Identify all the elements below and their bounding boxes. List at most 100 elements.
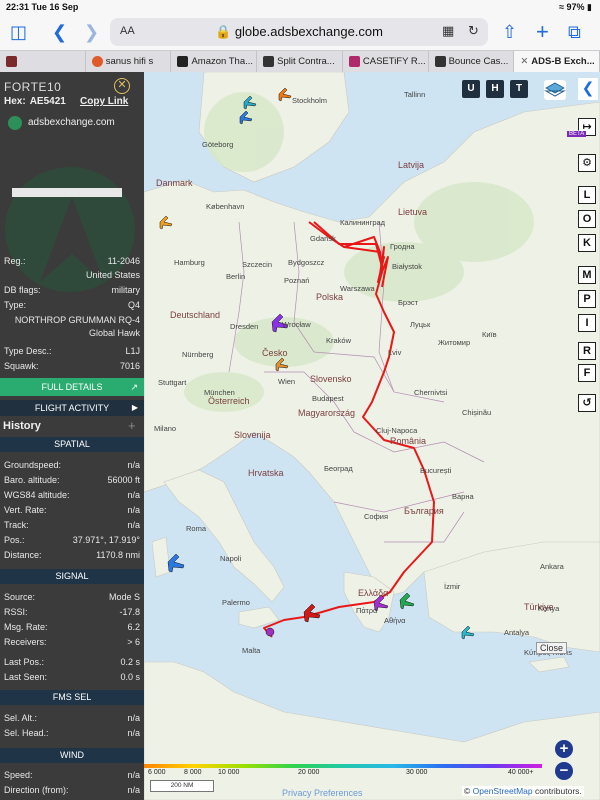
settings-gear-icon[interactable]: ⚙: [578, 154, 596, 172]
label-izmir: İzmir: [444, 582, 461, 591]
label-hrvatska: Hrvatska: [248, 468, 284, 478]
copy-link[interactable]: Copy Link: [80, 96, 128, 107]
label-patra: Πάτρα: [356, 606, 378, 615]
label-berlin: Berlin: [226, 272, 246, 281]
altitude-legend: 6 000 8 000 10 000 20 000 30 000 40 000+: [144, 764, 542, 778]
label-roma: Roma: [186, 524, 207, 533]
forward-icon[interactable]: ❯: [84, 20, 99, 44]
label-zhytomyr: Житомир: [438, 338, 471, 347]
label-milano: Milano: [154, 424, 177, 433]
tab-1[interactable]: sanus hifi s: [86, 51, 172, 72]
label-kobenhavn: København: [206, 202, 245, 211]
label-lviv: Lviv: [388, 348, 402, 357]
label-chisinau: Chișinău: [462, 408, 492, 417]
adsbexchange-link[interactable]: adsbexchange.com: [8, 114, 138, 132]
label-antalya: Antalya: [504, 628, 530, 637]
tab-favicon-icon: [6, 56, 17, 67]
label-nurnberg: Nürnberg: [182, 350, 214, 359]
m-button[interactable]: M: [578, 266, 596, 284]
label-lietuva: Lietuva: [398, 207, 428, 217]
label-varna: Варна: [452, 492, 474, 501]
openstreetmap-link[interactable]: OpenStreetMap: [473, 786, 533, 796]
status-time: 22:31 Tue 16 Sep: [6, 2, 79, 12]
close-panel-icon[interactable]: ✕: [114, 78, 130, 94]
reload-icon[interactable]: ↻: [468, 23, 479, 39]
label-malta: Malta: [242, 646, 261, 655]
spatial-header[interactable]: SPATIAL: [0, 437, 144, 452]
wind-header[interactable]: WIND: [0, 748, 144, 763]
tab-close-icon[interactable]: ✕: [520, 56, 528, 72]
zoom-in-button[interactable]: +: [555, 740, 573, 758]
zoom-out-button[interactable]: −: [555, 762, 573, 780]
chevron-right-icon: ▶: [131, 403, 138, 412]
fms-header[interactable]: FMS SEL: [0, 690, 144, 705]
tab-strip: sanus hifi s Amazon Tha... Split Contra.…: [0, 50, 600, 72]
label-magyarorszag: Magyarország: [298, 408, 356, 418]
full-details-button[interactable]: FULL DETAILS ↗: [0, 378, 144, 396]
label-lutsk: Луцьк: [410, 320, 431, 329]
back-icon[interactable]: ❮: [52, 20, 67, 44]
label-danmark: Danmark: [156, 178, 193, 188]
tab-favicon-icon: [177, 56, 189, 67]
label-stuttgart: Stuttgart: [158, 378, 187, 387]
o-button[interactable]: O: [578, 210, 596, 228]
k-button[interactable]: K: [578, 234, 596, 252]
i-button[interactable]: I: [578, 314, 596, 332]
label-napoli: Napoli: [220, 554, 242, 563]
label-grodno: Гродна: [390, 242, 415, 251]
map-view[interactable]: Stockholm Tallinn Göteborg Danmark Køben…: [144, 72, 600, 800]
status-bar: 22:31 Tue 16 Sep ≈ 97% ▮: [0, 0, 600, 14]
new-tab-icon[interactable]: +: [536, 20, 549, 44]
r-button[interactable]: R: [578, 342, 596, 360]
callsign: FORTE10: [4, 80, 62, 94]
close-button[interactable]: Close: [536, 642, 568, 654]
map-canvas[interactable]: [144, 72, 600, 800]
label-warszawa: Warszawa: [340, 284, 375, 293]
legend-tick: 20 000: [298, 769, 320, 776]
reader-icon[interactable]: ▦: [442, 23, 454, 39]
label-slovenija: Slovenija: [234, 430, 271, 440]
layers-icon[interactable]: [544, 80, 566, 100]
battery-indicator: ≈ 97% ▮: [559, 2, 592, 12]
panel-back-icon[interactable]: ❮: [578, 78, 598, 100]
flight-activity-button[interactable]: FLIGHT ACTIVITY ▶: [0, 400, 144, 416]
hex-row: Hex: AE5421: [4, 96, 66, 107]
label-latvija: Latvija: [398, 160, 425, 170]
f-button[interactable]: F: [578, 364, 596, 382]
l-button[interactable]: L: [578, 186, 596, 204]
tabs-overview-icon[interactable]: ⧉: [568, 20, 581, 44]
label-poznan: Poznań: [284, 276, 310, 285]
sidebar-toggle-icon[interactable]: ◫: [10, 20, 27, 44]
privacy-preferences-link[interactable]: Privacy Preferences: [282, 788, 363, 798]
history-expand-icon[interactable]: +: [128, 418, 136, 433]
map-attribution: © OpenStreetMap contributors.: [462, 786, 584, 796]
address-bar[interactable]: AA 🔒 globe.adsbexchange.com ▦ ↻: [110, 18, 488, 46]
tab-0[interactable]: [0, 51, 86, 72]
p-button[interactable]: P: [578, 290, 596, 308]
legend-tick: 10 000: [218, 769, 240, 776]
tab-2[interactable]: Amazon Tha...: [171, 51, 258, 72]
aircraft-info-panel: FORTE10 ✕ Hex: AE5421 Copy Link adsbexcha…: [0, 72, 144, 800]
t-button[interactable]: T: [510, 80, 528, 98]
tab-5[interactable]: Bounce Cas...: [429, 51, 515, 72]
tab-4[interactable]: CASETiFY R...: [343, 51, 429, 72]
label-ankara: Ankara: [540, 562, 564, 571]
label-cluj: Cluj-Napoca: [376, 426, 418, 435]
scale-bar: 200 NM: [150, 780, 214, 792]
tab-6-active[interactable]: ✕ ADS-B Exch...: [514, 51, 600, 72]
tab-3[interactable]: Split Contra...: [257, 51, 343, 72]
label-konya: Konya: [538, 604, 560, 613]
label-brest: Брэст: [398, 298, 419, 307]
signal-header[interactable]: SIGNAL: [0, 569, 144, 584]
label-sofia: София: [364, 512, 389, 521]
history-heading: History: [3, 420, 41, 432]
tab-favicon-icon: [91, 56, 103, 67]
history-replay-icon[interactable]: ↺: [578, 394, 596, 412]
share-icon[interactable]: ⇧: [502, 20, 517, 44]
label-athina: Αθήνα: [384, 616, 406, 625]
tab-favicon-icon: [348, 56, 360, 67]
u-button[interactable]: U: [462, 80, 480, 98]
label-chernivtsi: Chernivtsi: [414, 388, 448, 397]
label-bucuresti: București: [420, 466, 452, 475]
h-button[interactable]: H: [486, 80, 504, 98]
